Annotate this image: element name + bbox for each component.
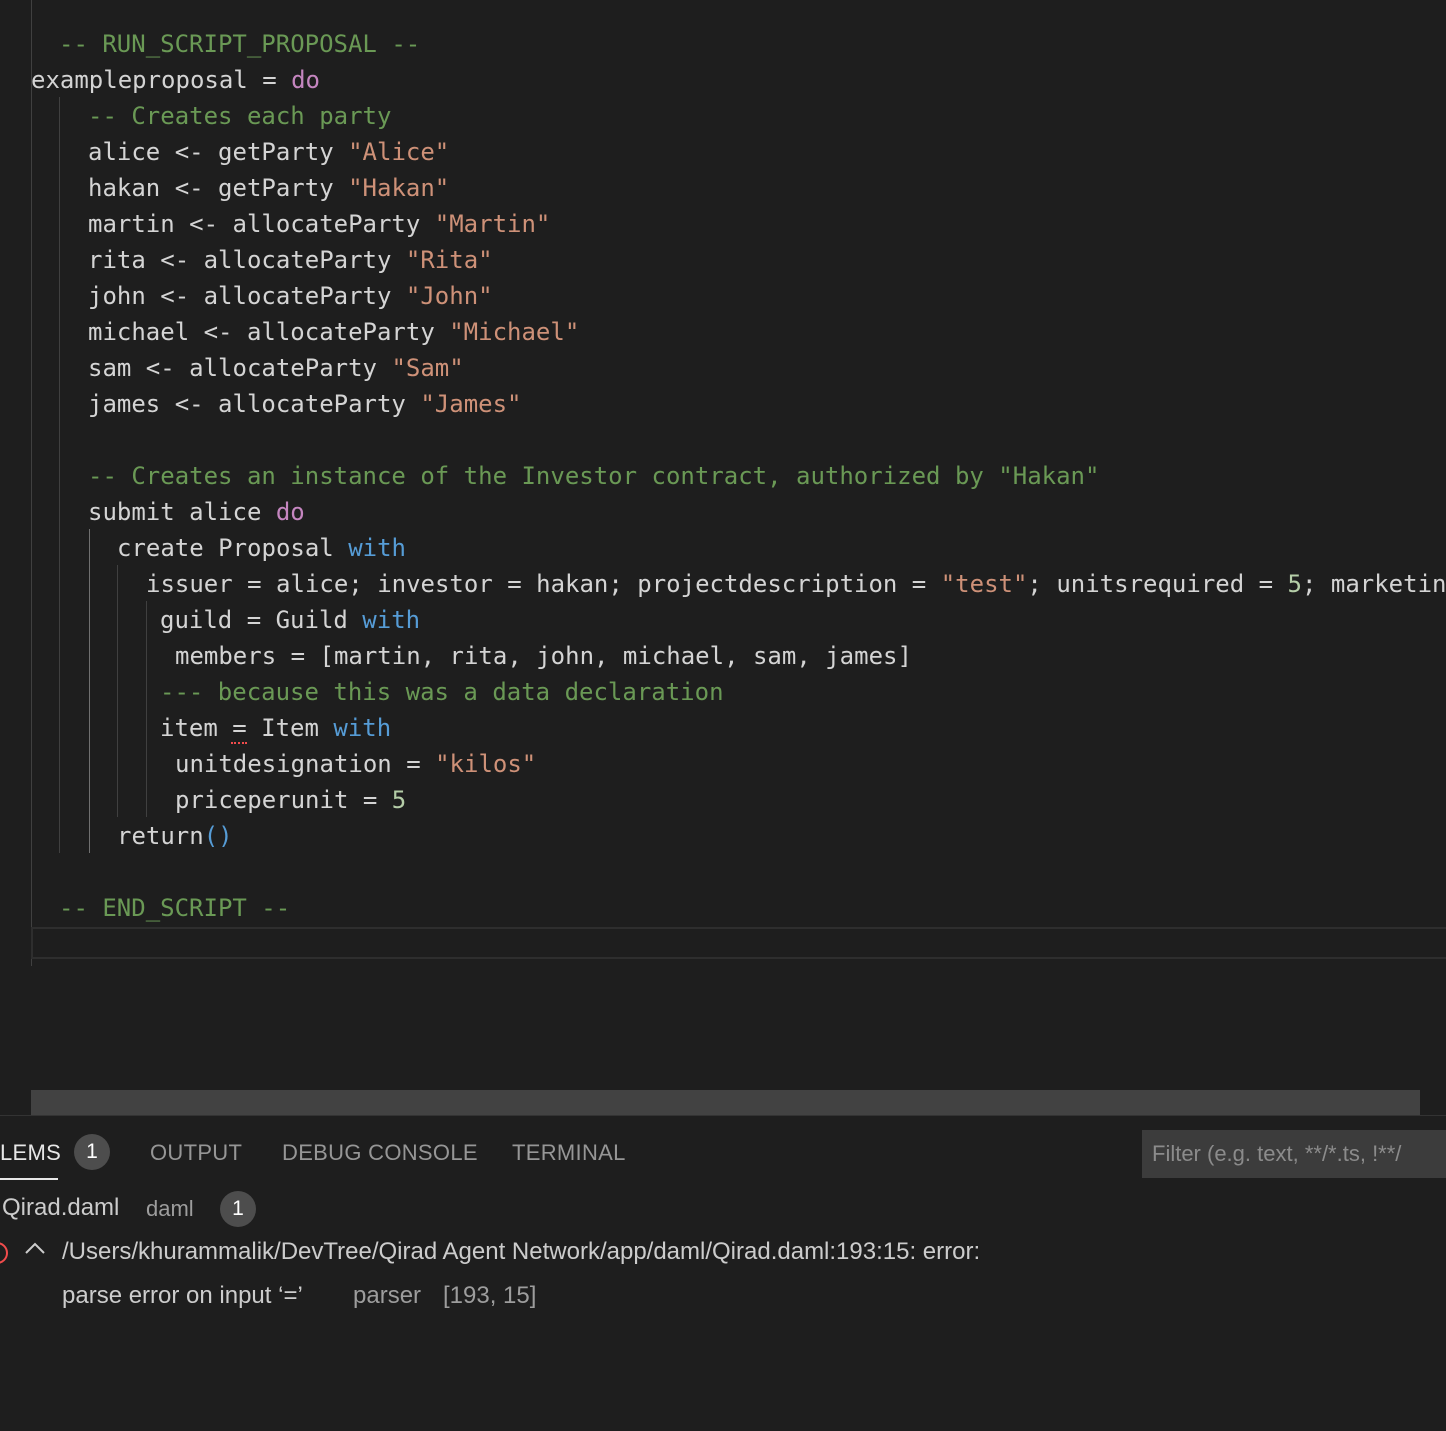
- indent-guide-active: [89, 529, 90, 853]
- code-token: do: [275, 498, 305, 526]
- code-token: sam <- allocateParty: [88, 354, 392, 382]
- code-token: "Rita": [405, 246, 493, 274]
- code-token: guild = Guild: [160, 606, 363, 634]
- filter-input[interactable]: Filter (e.g. text, **/*.ts, !**/: [1142, 1130, 1446, 1178]
- code-line[interactable]: create Proposal with: [117, 530, 406, 566]
- code-token: "Martin": [434, 210, 551, 238]
- code-token: 5: [1287, 570, 1302, 598]
- code-token: -- RUN_SCRIPT_PROPOSAL --: [59, 30, 421, 58]
- tab-output[interactable]: OUTPUT: [150, 1140, 242, 1166]
- code-line[interactable]: martin <- allocateParty "Martin": [88, 206, 550, 242]
- code-token: with: [348, 534, 406, 562]
- error-squiggle[interactable]: [231, 736, 247, 744]
- code-line[interactable]: rita <- allocateParty "Rita": [88, 242, 493, 278]
- file-language: daml: [146, 1196, 194, 1221]
- indent-guide: [31, 0, 32, 966]
- code-line[interactable]: sam <- allocateParty "Sam": [88, 350, 464, 386]
- code-token: with: [362, 606, 421, 634]
- code-token: "Michael": [449, 318, 580, 346]
- code-token: create Proposal: [117, 534, 349, 562]
- code-line[interactable]: -- Creates an instance of the Investor c…: [88, 458, 1099, 494]
- indent-guide: [146, 601, 147, 817]
- code-token: exampleproposal =: [31, 66, 292, 94]
- code-token: --- because this was a data declaration: [160, 678, 724, 706]
- problem-message: parse error on input ‘=’: [62, 1282, 303, 1309]
- code-token: ; marketing: [1301, 570, 1446, 598]
- file-problem-count-badge: 1: [220, 1191, 256, 1227]
- code-token: "test": [940, 570, 1028, 598]
- code-token: rita <- allocateParty: [88, 246, 406, 274]
- code-line[interactable]: --- because this was a data declaration: [160, 674, 724, 710]
- indent-guide: [117, 565, 118, 817]
- code-line[interactable]: hakan <- getParty "Hakan": [88, 170, 449, 206]
- code-token: "James": [420, 390, 522, 418]
- tab-debug-console[interactable]: DEBUG CONSOLE: [282, 1140, 478, 1166]
- code-token: -- Creates each party: [88, 102, 392, 130]
- code-token: ; unitsrequired =: [1027, 570, 1288, 598]
- code-token: do: [291, 66, 320, 94]
- code-line[interactable]: james <- allocateParty "James": [88, 386, 522, 422]
- code-line[interactable]: submit alice do: [88, 494, 305, 530]
- problems-panel: LEMS 1 OUTPUT DEBUG CONSOLE TERMINAL Fil…: [0, 1115, 1446, 1431]
- code-line[interactable]: item = Item with: [160, 710, 391, 746]
- error-icon: [0, 1242, 8, 1264]
- code-token: martin <- allocateParty: [88, 210, 435, 238]
- code-token: "kilos": [435, 750, 537, 778]
- problems-count-badge: 1: [74, 1134, 110, 1170]
- code-line[interactable]: unitdesignation = "kilos": [175, 746, 536, 782]
- code-token: unitdesignation =: [175, 750, 436, 778]
- tab-problems[interactable]: LEMS: [0, 1140, 61, 1166]
- code-token: "Sam": [391, 354, 464, 382]
- code-token: "John": [405, 282, 493, 310]
- active-tab-indicator: [0, 1178, 58, 1180]
- code-token: with: [333, 714, 392, 742]
- code-line[interactable]: members = [martin, rita, john, michael, …: [175, 638, 912, 674]
- code-token: alice <- getParty: [88, 138, 349, 166]
- code-token: return: [117, 822, 204, 850]
- tab-terminal[interactable]: TERMINAL: [512, 1140, 626, 1166]
- code-line[interactable]: exampleproposal = do: [31, 62, 320, 98]
- current-line-highlight: [31, 927, 1446, 959]
- code-line[interactable]: john <- allocateParty "John": [88, 278, 493, 314]
- code-token: michael <- allocateParty: [88, 318, 450, 346]
- code-token: john <- allocateParty: [88, 282, 406, 310]
- code-token: -- END_SCRIPT --: [59, 894, 291, 922]
- code-line[interactable]: issuer = alice; investor = hakan; projec…: [146, 566, 1446, 602]
- code-token: priceperunit =: [175, 786, 392, 814]
- code-token: members = [martin, rita, john, michael, …: [175, 642, 912, 670]
- code-token: james <- allocateParty: [88, 390, 421, 418]
- code-editor[interactable]: -- RUN_SCRIPT_PROPOSAL -- exampleproposal…: [0, 0, 1446, 1090]
- code-line[interactable]: guild = Guild with: [160, 602, 420, 638]
- file-name: Qirad.daml: [2, 1194, 120, 1221]
- code-line[interactable]: michael <- allocateParty "Michael": [88, 314, 579, 350]
- code-token: "Alice": [348, 138, 450, 166]
- code-line[interactable]: -- Creates each party: [88, 98, 391, 134]
- indent-guide: [59, 97, 60, 853]
- code-token: hakan <- getParty: [88, 174, 349, 202]
- code-token: submit alice: [88, 498, 276, 526]
- code-token: "Hakan": [348, 174, 450, 202]
- code-line[interactable]: -- END_SCRIPT --: [59, 890, 290, 926]
- problem-source: parser: [353, 1282, 422, 1309]
- horizontal-scrollbar[interactable]: [31, 1090, 1420, 1115]
- code-line[interactable]: return(): [117, 818, 233, 854]
- code-line[interactable]: priceperunit = 5: [175, 782, 406, 818]
- code-token: issuer = alice; investor = hakan; projec…: [146, 570, 941, 598]
- code-line[interactable]: -- RUN_SCRIPT_PROPOSAL --: [59, 26, 420, 62]
- code-token: (): [203, 822, 233, 850]
- problem-position: [193, 15]: [443, 1282, 537, 1309]
- code-token: 5: [391, 786, 407, 814]
- problem-path: /Users/khurammalik/DevTree/Qirad Agent N…: [62, 1238, 981, 1265]
- chevron-up-icon[interactable]: [24, 1240, 46, 1256]
- code-line[interactable]: alice <- getParty "Alice": [88, 134, 449, 170]
- code-token: -- Creates an instance of the Investor c…: [88, 462, 1100, 490]
